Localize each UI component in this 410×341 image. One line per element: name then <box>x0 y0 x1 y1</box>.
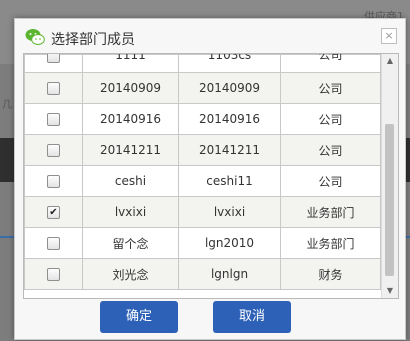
table-row[interactable]: ✔ lvxixi lvxixi 业务部门 <box>24 196 381 228</box>
member-username: lvxixi <box>178 196 281 228</box>
member-username: 20140909 <box>178 72 281 104</box>
member-department: 财务 <box>280 258 381 290</box>
table-row[interactable]: 20141211 20141211 公司 <box>24 134 381 166</box>
table-row[interactable]: 刘光念 lgnlgn 财务 <box>24 258 381 290</box>
member-name: 留个念 <box>82 227 179 259</box>
member-name: ceshi <box>82 165 179 197</box>
row-checkbox[interactable] <box>47 268 60 281</box>
member-name: 20140916 <box>82 103 179 135</box>
member-name: 刘光念 <box>82 258 179 290</box>
member-name: 20141211 <box>82 134 179 166</box>
table-row[interactable]: 留个念 lgn2010 业务部门 <box>24 227 381 259</box>
member-name: lvxixi <box>82 196 179 228</box>
row-checkbox-checked[interactable]: ✔ <box>47 206 60 219</box>
scrollbar-thumb[interactable] <box>385 124 394 276</box>
member-department: 公司 <box>280 72 381 104</box>
member-department: 公司 <box>280 165 381 197</box>
member-department: 业务部门 <box>280 227 381 259</box>
wechat-icon <box>25 29 45 45</box>
row-checkbox[interactable] <box>47 113 60 126</box>
member-username: ceshi11 <box>178 165 281 197</box>
member-department: 公司 <box>318 53 343 62</box>
scroll-down-icon[interactable]: ▼ <box>382 284 398 298</box>
table-row[interactable]: 20140916 20140916 公司 <box>24 103 381 135</box>
member-username: 20140916 <box>178 103 281 135</box>
member-table: 1111 1103cs 公司 20140909 20140909 公司 2014… <box>23 53 399 299</box>
member-name: 20140909 <box>82 72 179 104</box>
member-username: 1103cs <box>207 53 252 62</box>
member-department: 公司 <box>280 103 381 135</box>
dialog-header: 选择部门成员 × <box>15 19 405 57</box>
cancel-button[interactable]: 取消 <box>213 301 291 333</box>
dialog-title: 选择部门成员 <box>51 32 135 48</box>
table-row[interactable]: 1111 1103cs 公司 <box>24 53 381 73</box>
scroll-up-icon[interactable]: ▲ <box>382 54 398 68</box>
table-scrollbar[interactable]: ▲ ▼ <box>381 54 398 298</box>
member-username: lgnlgn <box>178 258 281 290</box>
member-name: 1111 <box>115 53 146 62</box>
row-checkbox[interactable] <box>47 237 60 250</box>
row-checkbox[interactable] <box>47 54 60 63</box>
member-username: 20141211 <box>178 134 281 166</box>
table-row[interactable]: ceshi ceshi11 公司 <box>24 165 381 197</box>
confirm-button[interactable]: 确定 <box>100 301 178 333</box>
member-department: 公司 <box>280 134 381 166</box>
member-department: 业务部门 <box>280 196 381 228</box>
close-icon[interactable]: × <box>381 28 397 44</box>
member-username: lgn2010 <box>178 227 281 259</box>
select-members-dialog: 选择部门成员 × 1111 1103cs 公司 20140909 2014090… <box>14 18 406 340</box>
dialog-footer: 确定 取消 <box>15 301 405 341</box>
row-checkbox[interactable] <box>47 144 60 157</box>
row-checkbox[interactable] <box>47 82 60 95</box>
row-checkbox[interactable] <box>47 175 60 188</box>
table-row[interactable]: 20140909 20140909 公司 <box>24 72 381 104</box>
